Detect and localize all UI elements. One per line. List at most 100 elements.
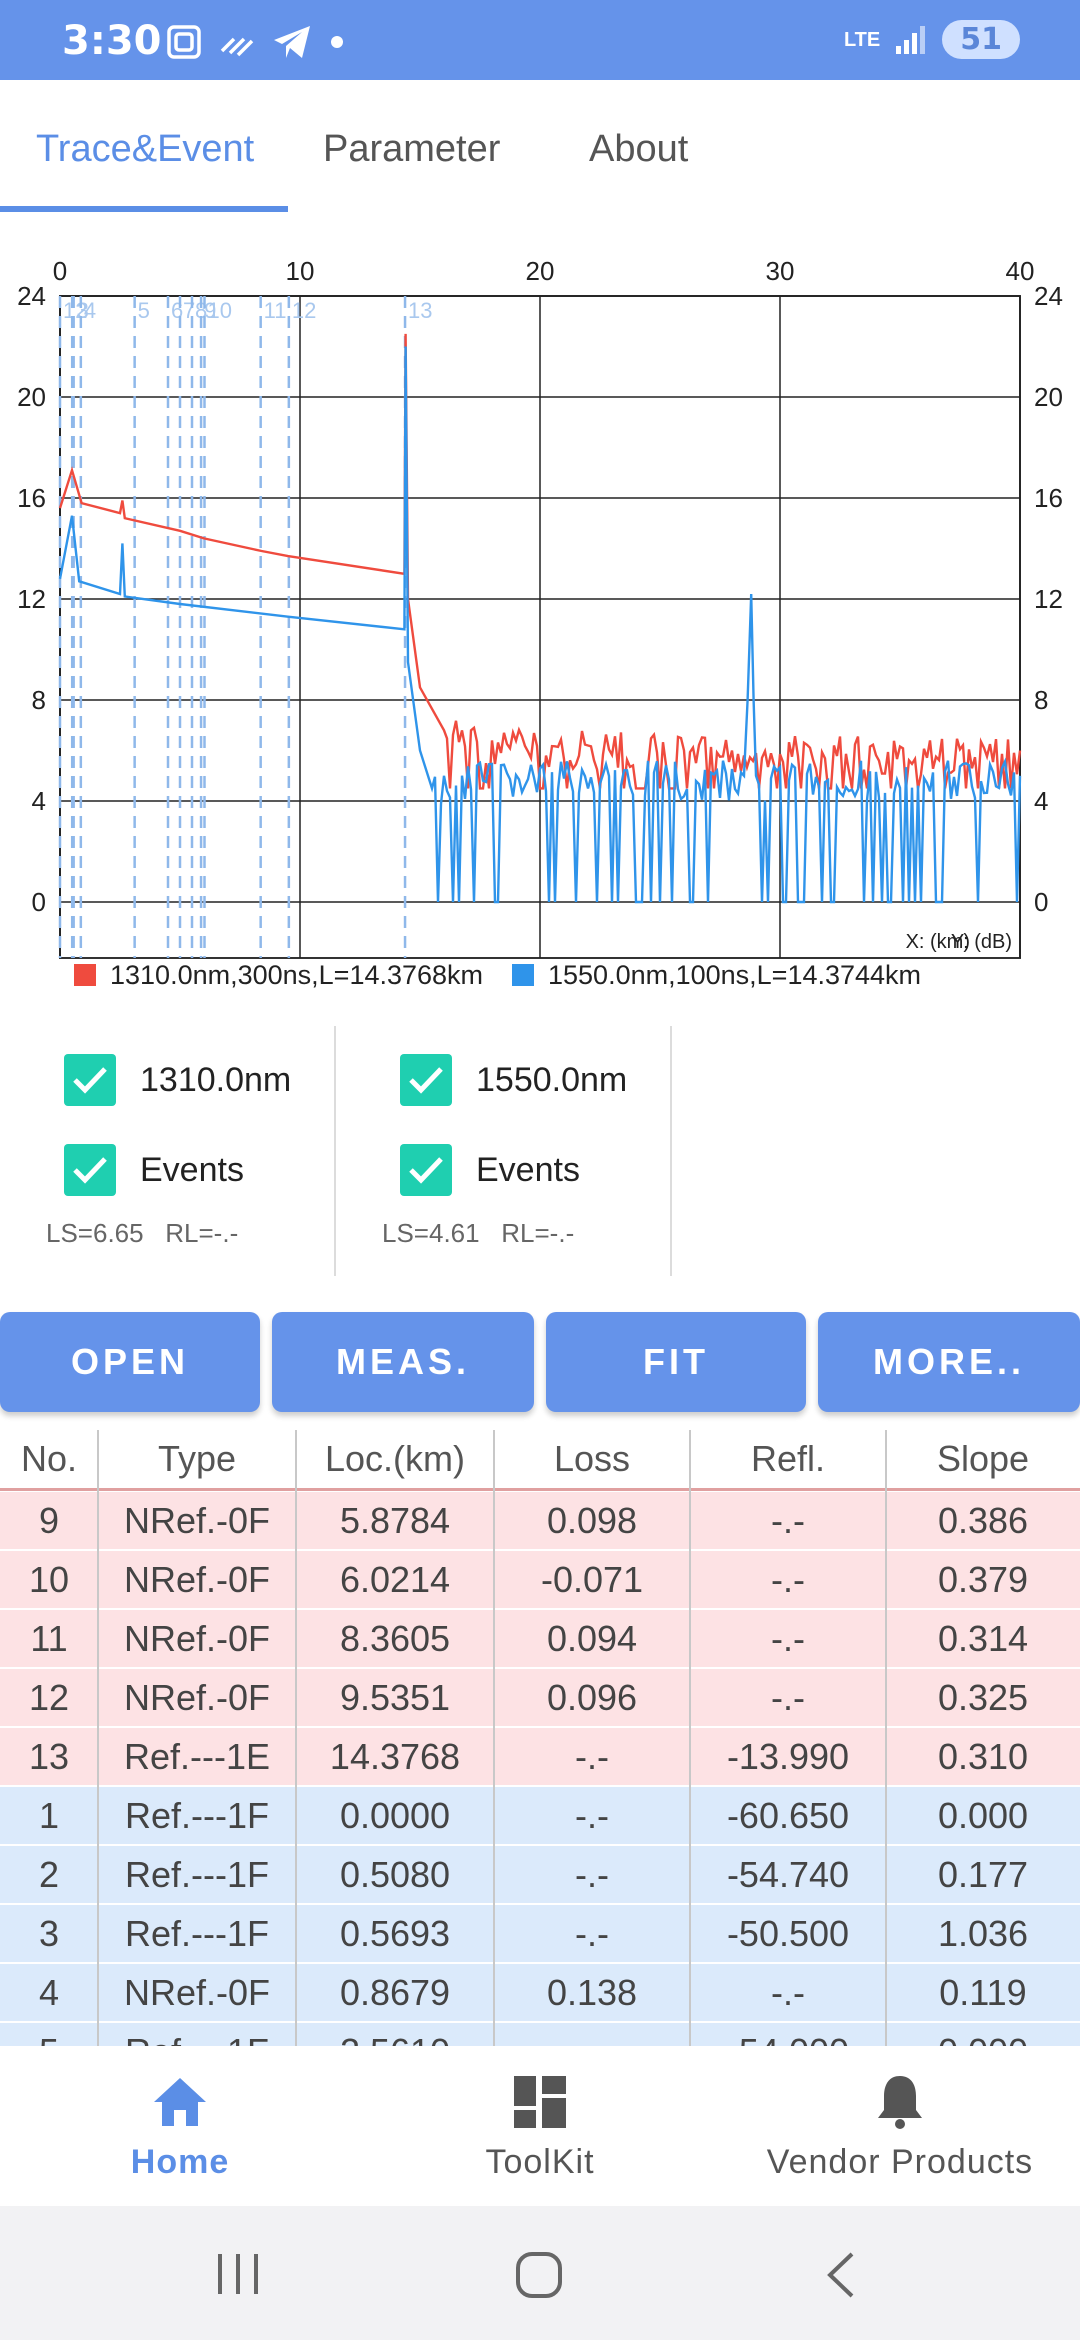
cell-location: 9.5351 [339, 1677, 451, 1718]
home-circle-icon[interactable] [514, 2250, 564, 2300]
status-time: 3:30 [62, 18, 162, 64]
bell-icon [878, 2076, 922, 2129]
back-icon[interactable] [822, 2250, 858, 2300]
table-row[interactable]: 3 Ref.---1F 0.5693 -.- -50.500 1.036 [0, 1905, 1080, 1964]
check-icon [73, 1067, 107, 1094]
cell-slope: 0.000 [886, 2023, 1080, 2046]
table-row[interactable]: 5Ref.---1F2.5610-.--54.0000.000 [0, 2023, 1080, 2046]
fit-button[interactable]: FIT [546, 1312, 806, 1412]
table-row[interactable]: 11 NRef.-0F 8.3605 0.094 -.- 0.314 [0, 1610, 1080, 1669]
network-type-label: LTE [843, 28, 881, 51]
nav-vendor-products[interactable]: Vendor Products [740, 2046, 1060, 2206]
cell-no: 4 [38, 1972, 60, 2013]
cell-loss: -.- [575, 1913, 609, 1954]
cell-refl: -.- [771, 1677, 805, 1718]
table-row[interactable]: 2 Ref.---1F 0.5080 -.- -54.740 0.177 [0, 1846, 1080, 1905]
rl-value: RL=-.- [501, 1218, 575, 1248]
y-tick-label-right: 0 [1034, 887, 1048, 917]
cell-loss: 0.094 [546, 1618, 638, 1659]
tab-parameter[interactable]: Parameter [323, 128, 500, 171]
checkbox-row-1550[interactable]: 1550.0nm [400, 1054, 627, 1106]
event-table[interactable]: No. Type Loc.(km) Loss Refl. Slope 9 NRef… [0, 1430, 1080, 2046]
nav-toolkit[interactable]: ToolKit [420, 2046, 660, 2206]
y-tick-label-left: 12 [17, 584, 46, 614]
active-tab-indicator [0, 206, 288, 212]
open-button[interactable]: OPEN [0, 1312, 260, 1412]
cell-type: Ref.---1F [125, 1795, 269, 1836]
cell-type: NRef.-0F [123, 1559, 271, 1600]
header-slope: Slope [936, 1438, 1030, 1479]
cell-location: 0.5693 [339, 1913, 451, 1954]
checkbox-events-1550[interactable] [400, 1144, 452, 1196]
cell-no: 12 [28, 1677, 70, 1718]
legend-swatch-1310 [74, 964, 96, 986]
x-tick-label: 40 [1006, 256, 1035, 286]
checkbox-events-1310[interactable] [64, 1144, 116, 1196]
table-row[interactable]: 4 NRef.-0F 0.8679 0.138 -.- 0.119 [0, 1964, 1080, 2023]
recents-icon[interactable] [214, 2252, 262, 2296]
cell-type: NRef.-0F [123, 1500, 271, 1541]
cell-loss: -.- [575, 1795, 609, 1836]
cell-no: 10 [28, 1559, 70, 1600]
x-tick-label: 30 [766, 256, 795, 286]
ls-rl-1550: LS=4.61 RL=-.- [382, 1218, 574, 1249]
cell-slope: 0.386 [937, 1500, 1029, 1541]
system-navigation-bar [0, 2206, 1080, 2340]
cell-type: Ref.---1F [98, 2023, 296, 2046]
tab-about[interactable]: About [589, 128, 688, 171]
y-tick-label-right: 8 [1034, 685, 1048, 715]
cell-refl: -.- [771, 1972, 805, 2013]
cell-location: 5.8784 [339, 1500, 451, 1541]
cell-location: 14.3768 [329, 1736, 461, 1777]
cell-loss: -.- [575, 1736, 609, 1777]
table-row[interactable]: 1 Ref.---1F 0.0000 -.- -60.650 0.000 [0, 1787, 1080, 1846]
cell-refl: -.- [771, 1618, 805, 1659]
cell-refl: -60.650 [726, 1795, 850, 1836]
checkbox-row-events-1550[interactable]: Events [400, 1144, 580, 1196]
x-tick-label: 10 [286, 256, 315, 286]
event-marker-label: 11 [264, 298, 287, 323]
ls-rl-1310: LS=6.65 RL=-.- [46, 1218, 238, 1249]
table-row[interactable]: 10 NRef.-0F 6.0214 -0.071 -.- 0.379 [0, 1551, 1080, 1610]
x-tick-label: 0 [53, 256, 67, 286]
cell-loss: 0.138 [546, 1972, 638, 2013]
meas-button[interactable]: MEAS. [272, 1312, 534, 1412]
checkbox-row-events-1310[interactable]: Events [64, 1144, 244, 1196]
cell-no: 5 [0, 2023, 98, 2046]
event-marker-label: 4 [84, 298, 96, 323]
status-icons-left [166, 22, 344, 62]
checkbox-1550[interactable] [400, 1054, 452, 1106]
y-tick-label-left: 20 [17, 382, 46, 412]
bottom-navigation: Home ToolKit Vendor Products [0, 2046, 1080, 2206]
cell-type: Ref.---1E [123, 1736, 271, 1777]
cell-location: 0.0000 [339, 1795, 451, 1836]
event-marker-label: 6 [171, 298, 183, 323]
nav-home[interactable]: Home [60, 2046, 300, 2206]
checkbox-label-events-1550: Events [476, 1150, 580, 1189]
checkbox-label-1550: 1550.0nm [476, 1060, 628, 1099]
checkbox-row-1310[interactable]: 1310.0nm [64, 1054, 291, 1106]
y-tick-label-right: 12 [1034, 584, 1063, 614]
table-row[interactable]: 13 Ref.---1E 14.3768 -.- -13.990 0.310 [0, 1728, 1080, 1787]
table-row[interactable]: 9 NRef.-0F 5.8784 0.098 -.- 0.386 [0, 1492, 1080, 1551]
cell-refl: -54.740 [726, 1854, 850, 1895]
tab-trace-event[interactable]: Trace&Event [36, 128, 254, 171]
cell-signal-icon [896, 25, 926, 54]
ls-value: LS=6.65 [46, 1218, 144, 1248]
cell-refl: -13.990 [726, 1736, 850, 1777]
nav-toolkit-label: ToolKit [485, 2143, 595, 2181]
trace-chart-svg[interactable]: 0 04 48 812 1216 1620 2024 240 10 20 30 401 234 5 6 7 89… [0, 216, 1080, 1016]
more-button[interactable]: MORE.. [818, 1312, 1080, 1412]
cell-no: 3 [38, 1913, 60, 1954]
y-tick-label-left: 8 [32, 685, 46, 715]
table-row[interactable]: 12 NRef.-0F 9.5351 0.096 -.- 0.325 [0, 1669, 1080, 1728]
cell-no: 9 [38, 1500, 60, 1541]
cell-slope: 0.119 [939, 1972, 1027, 2013]
cell-type: NRef.-0F [123, 1677, 271, 1718]
panel-1310: 1310.0nm Events LS=6.65 RL=-.- [0, 1026, 336, 1276]
cell-refl: -.- [771, 1559, 805, 1600]
checkbox-1310[interactable] [64, 1054, 116, 1106]
rl-value: RL=-.- [165, 1218, 239, 1248]
cell-location: 6.0214 [339, 1559, 451, 1600]
otdr-trace-chart[interactable]: 0 0 4 4 8 8 12 12 16 16 20 20 24 24 0 10 20 30 40 1 2 3 4 5 6 7 8 9… [0, 216, 1080, 1016]
